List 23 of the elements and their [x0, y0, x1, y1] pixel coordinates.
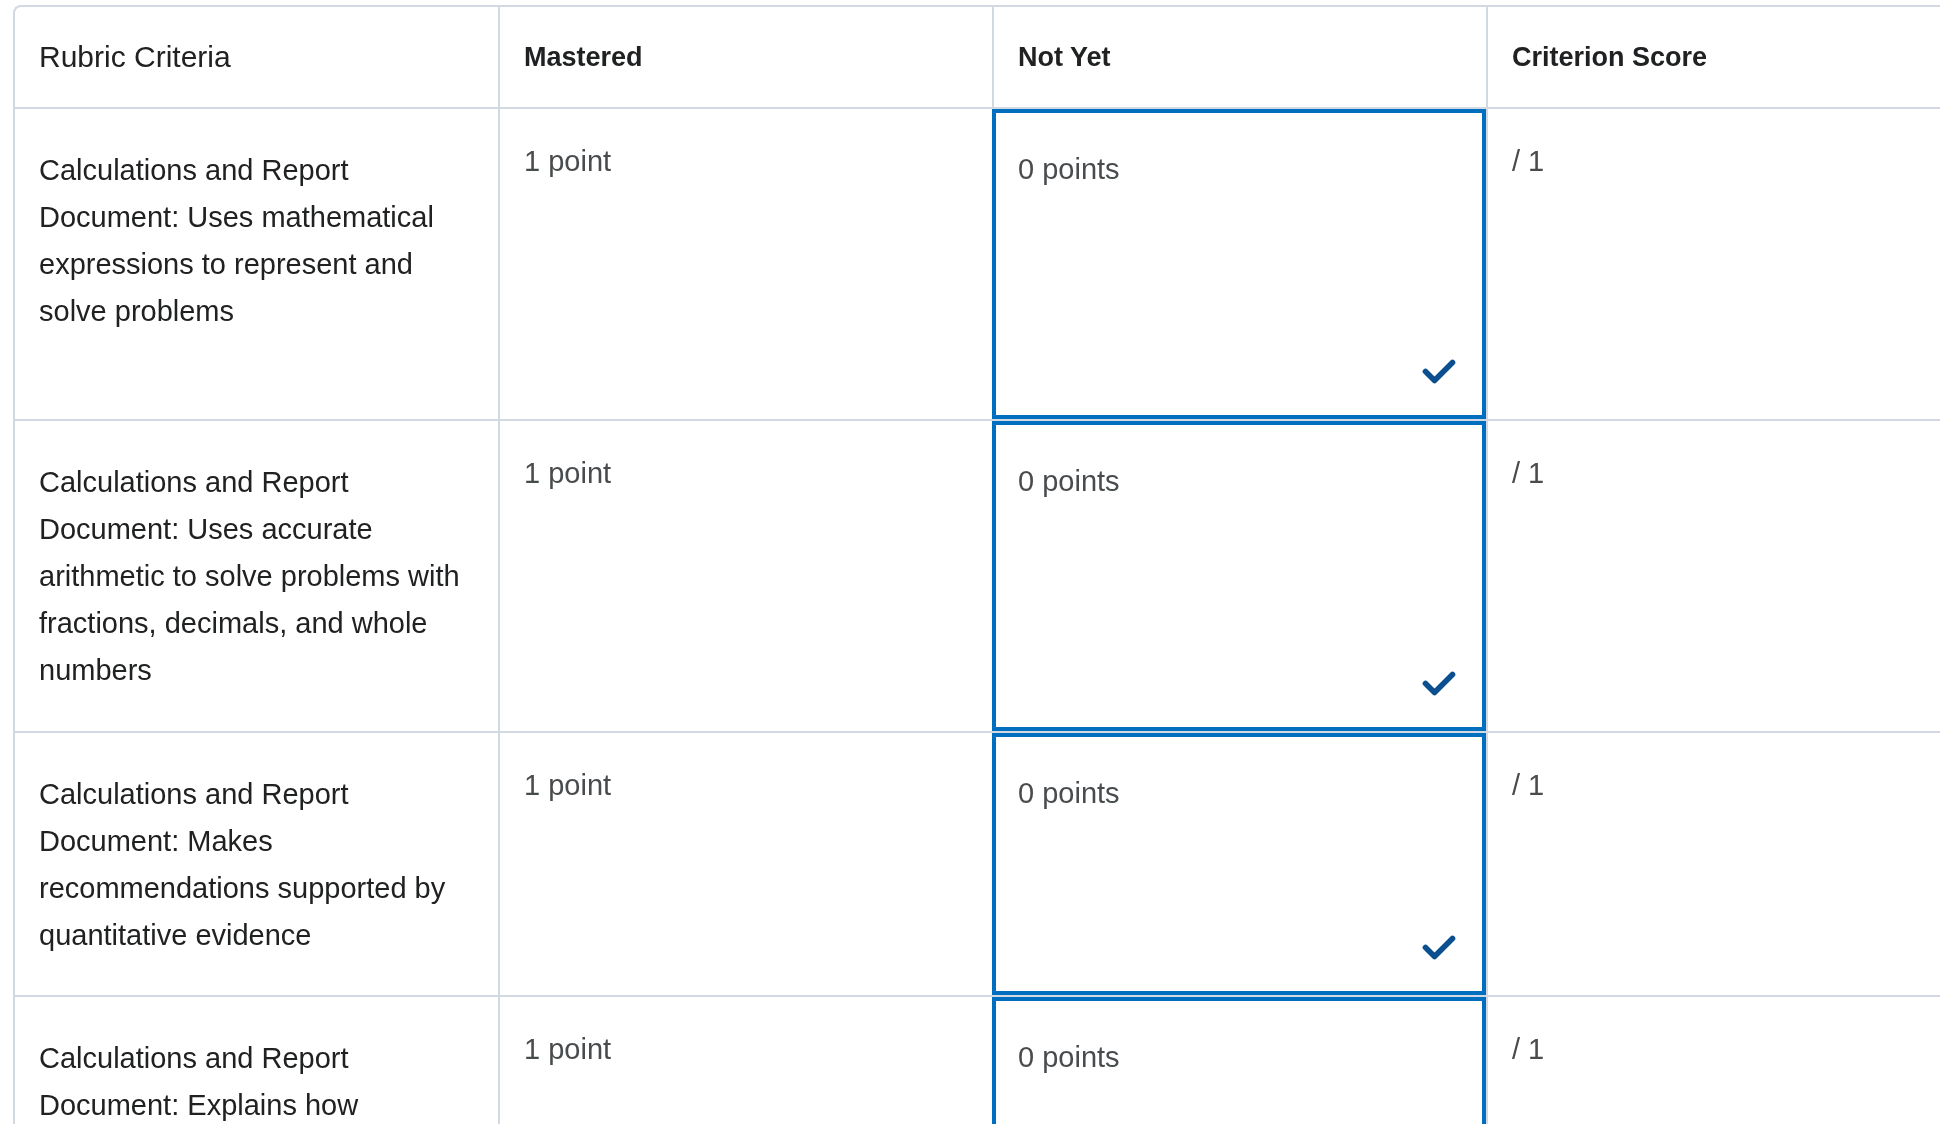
column-header: Not Yet — [1018, 41, 1111, 73]
checkmark-icon — [1422, 934, 1456, 961]
checkmark-icon — [1422, 358, 1456, 385]
rubric-level-cell[interactable]: 0 points — [992, 109, 1486, 419]
column-header: Rubric Criteria — [39, 40, 231, 74]
rubric-level-cell[interactable]: 1 point — [498, 997, 992, 1124]
rubric-level-cell[interactable]: 1 point — [498, 421, 992, 731]
criterion-text: Calculations and Report Document: Uses accurate arithmetic to solve problems with fractions, decimals, and whole numbers — [39, 465, 461, 688]
criterion-text: Calculations and Report Document: Uses mathematical expressions to represent and solve problems — [39, 153, 435, 329]
criterion-score: / 1 — [1512, 769, 1545, 801]
rubric-level-cell[interactable]: 1 point — [498, 109, 992, 419]
rubric-level-cell[interactable]: 0 points — [992, 997, 1486, 1124]
column-header: Criterion Score — [1512, 41, 1708, 73]
rubric-level-cell[interactable]: 1 point — [498, 733, 992, 995]
criterion-score: / 1 — [1512, 457, 1545, 489]
criterion-score: / 1 — [1512, 1033, 1545, 1065]
checkmark-icon — [1422, 670, 1456, 697]
criterion-text: Calculations and Report Document: Makes recommendations supported by quantitative evidence — [39, 777, 447, 953]
rubric-level-cell[interactable]: 0 points — [992, 421, 1486, 731]
column-header: Mastered — [524, 41, 643, 73]
criterion-score: / 1 — [1512, 145, 1545, 177]
criterion-text: Calculations and Report Document: Explains how — [39, 1041, 360, 1123]
rubric-level-cell[interactable]: 0 points — [992, 733, 1486, 995]
